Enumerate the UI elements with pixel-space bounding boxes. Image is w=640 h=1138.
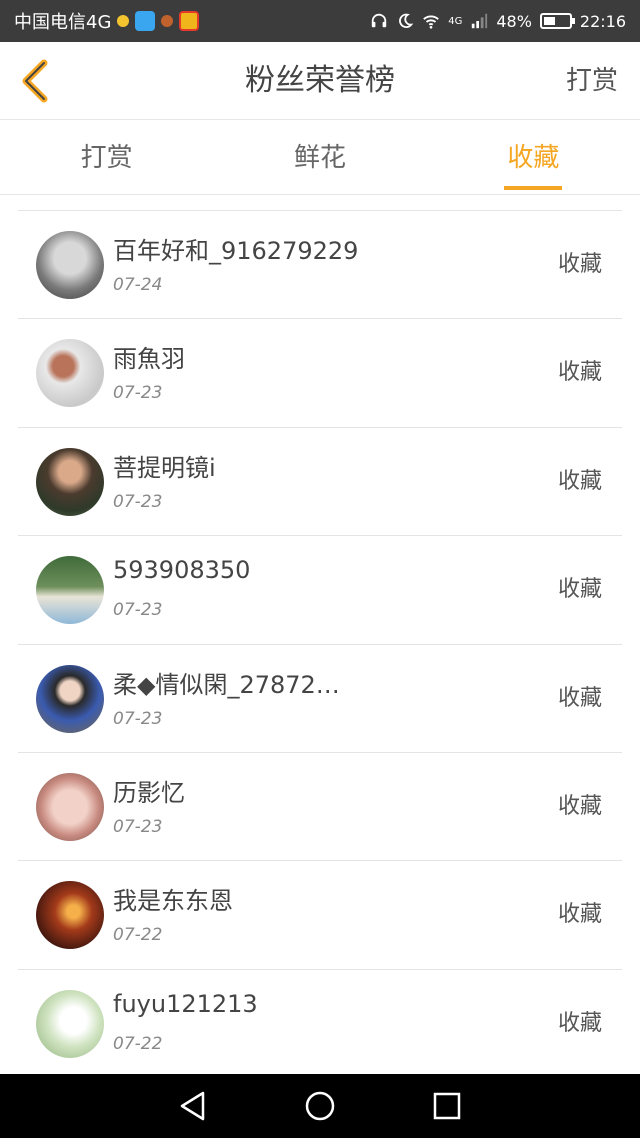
list-item[interactable]: 历影忆 07-23 收藏 (18, 753, 622, 862)
avatar[interactable] (36, 447, 104, 516)
user-name: fuyu121213 (113, 989, 258, 1018)
list-item[interactable]: fuyu121213 07-22 收藏 (18, 970, 622, 1078)
user-name: 百年好和_916279229 (113, 237, 359, 265)
status-bar: 中国电信4G 4G 48% 22:16 (0, 0, 640, 42)
user-name: 菩提明镜i (113, 453, 216, 482)
nav-back-button[interactable] (173, 1086, 213, 1126)
triangle-back-icon (181, 1091, 205, 1121)
list-item[interactable]: 柔◆情似閑_27872… 07-23 收藏 (18, 645, 622, 753)
avatar[interactable] (36, 556, 104, 625)
tab-bar: 打赏 鲜花 收藏 (0, 121, 640, 195)
video-app-icon (135, 11, 156, 31)
avatar[interactable] (36, 664, 104, 733)
tab-label: 鲜花 (293, 143, 346, 173)
tab-reward[interactable]: 打赏 (0, 121, 213, 194)
status-left: 中国电信4G (14, 8, 200, 34)
item-date: 07-22 (113, 1033, 163, 1054)
network-type: 4G (448, 15, 463, 27)
moon-icon (399, 13, 414, 29)
item-date: 07-23 (113, 383, 163, 404)
tab-flowers[interactable]: 鲜花 (213, 121, 426, 194)
user-name: 柔◆情似閑_27872… (113, 670, 340, 699)
avatar[interactable] (36, 339, 104, 408)
avatar[interactable] (36, 231, 104, 299)
headphones-icon (372, 13, 387, 28)
action-label: 收藏 (557, 685, 602, 711)
weibo-icon (179, 11, 200, 31)
list-item[interactable]: 菩提明镜i 07-23 收藏 (18, 428, 622, 537)
action-label: 收藏 (557, 577, 602, 603)
system-nav-bar (0, 1074, 640, 1138)
action-label: 收藏 (557, 252, 602, 277)
action-label: 收藏 (557, 793, 602, 819)
action-label: 收藏 (557, 1010, 602, 1036)
square-recents-icon (433, 1092, 460, 1120)
action-label: 收藏 (557, 360, 602, 386)
carrier-label: 中国电信4G (14, 12, 112, 33)
avatar[interactable] (36, 989, 104, 1058)
item-date: 07-23 (113, 708, 163, 729)
reward-button[interactable]: 打赏 (566, 42, 618, 120)
list-item[interactable]: 雨魚羽 07-23 收藏 (18, 319, 622, 428)
item-date: 07-22 (113, 925, 163, 946)
notification-app-icon (161, 15, 174, 27)
wifi-icon (423, 15, 440, 29)
tab-favorites[interactable]: 收藏 (427, 121, 640, 194)
user-name: 历影忆 (113, 778, 185, 807)
header: 粉丝荣誉榜 打赏 (0, 42, 640, 120)
tab-label: 打赏 (80, 143, 133, 173)
page-title: 粉丝荣誉榜 (245, 63, 395, 98)
battery-level (543, 17, 556, 25)
user-name: 我是东东恩 (113, 887, 233, 916)
item-date: 07-24 (113, 275, 163, 295)
clock: 22:16 (579, 11, 626, 31)
tab-active-indicator (504, 186, 563, 190)
circle-home-icon (305, 1091, 335, 1121)
list-item[interactable]: 我是东东恩 07-22 收藏 (18, 861, 622, 970)
chevron-left-icon (22, 59, 48, 103)
back-button[interactable] (10, 56, 60, 106)
tab-label: 收藏 (507, 143, 560, 173)
list-item[interactable]: 百年好和_916279229 07-24 收藏 (18, 211, 622, 320)
battery-icon (539, 13, 575, 29)
fan-list: 百年好和_916279229 07-24 收藏 雨魚羽 07-23 收藏 菩提明… (18, 210, 622, 1078)
signal-icon (472, 13, 488, 29)
nav-recents-button[interactable] (427, 1086, 467, 1126)
user-name: 593908350 (113, 556, 251, 585)
status-right: 4G 48% 22:16 (370, 12, 626, 31)
action-label: 收藏 (557, 902, 602, 928)
item-date: 07-23 (113, 816, 163, 837)
list-item[interactable]: 593908350 07-23 收藏 (18, 536, 622, 645)
action-label: 收藏 (557, 468, 602, 494)
user-name: 雨魚羽 (113, 345, 185, 374)
item-date: 07-23 (113, 491, 163, 512)
battery-percent: 48% (496, 11, 532, 31)
avatar[interactable] (36, 772, 104, 841)
nav-home-button[interactable] (300, 1086, 340, 1126)
item-date: 07-23 (113, 600, 163, 621)
notification-app-icon (117, 15, 130, 27)
avatar[interactable] (36, 881, 104, 950)
